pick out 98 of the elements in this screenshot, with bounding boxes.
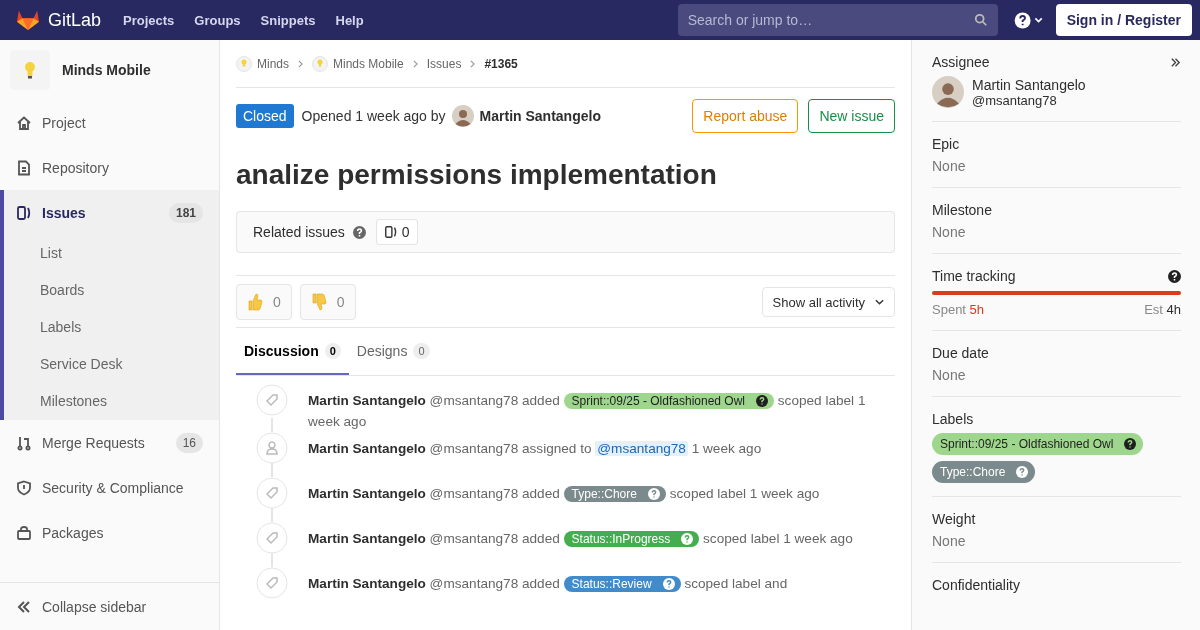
sidebar-subitem[interactable]: List: [4, 235, 219, 272]
avatar: [932, 76, 964, 108]
issue-title: analize permissions implementation: [236, 158, 718, 192]
issues-icon: [16, 204, 32, 221]
chevron-down-icon: [875, 299, 884, 305]
activity-text: Martin Santangelo @msantang78 added Type::Chore scoped label 1 week ago: [308, 485, 820, 504]
shield-icon: [16, 479, 32, 496]
nav-link[interactable]: Help: [335, 12, 364, 28]
merge-icon: [16, 434, 32, 451]
sign-in-button[interactable]: Sign in / Register: [1055, 4, 1192, 36]
thumbs-up-button[interactable]: 0: [236, 284, 292, 320]
activity-text: Martin Santangelo @msantang78 added Status::InProgress scoped label 1 week ago: [308, 530, 853, 549]
section-title: Confidentiality: [932, 577, 1021, 593]
package-icon: [16, 524, 32, 541]
sidebar-item[interactable]: Project: [0, 100, 219, 145]
collapse-sidebar-button[interactable]: Collapse sidebar: [0, 582, 219, 630]
help-icon: [662, 578, 675, 590]
scoped-label: Sprint::09/25 - Oldfashioned Owl: [563, 393, 774, 409]
tab[interactable]: Discussion 0: [236, 328, 349, 375]
estimate-text: Est 4h: [1144, 302, 1181, 317]
chevron-right-icon: [470, 59, 476, 68]
section-value: None: [932, 224, 967, 240]
scoped-label: Type::Chore: [563, 486, 666, 502]
help-icon: [681, 533, 694, 545]
search-icon: [973, 13, 988, 27]
opened-text: Opened 1 week ago by: [301, 107, 446, 124]
count-badge: 0: [413, 342, 430, 359]
count-badge: 0: [324, 342, 341, 359]
tag-icon: [256, 384, 288, 416]
help-icon: [1124, 438, 1137, 450]
help-icon: [647, 488, 660, 500]
fox-logo-icon[interactable]: [16, 9, 40, 31]
breadcrumb-link[interactable]: #1365: [484, 56, 518, 71]
sidebar-item[interactable]: Packages: [0, 510, 219, 555]
sidebar-subitem[interactable]: Service Desk: [4, 346, 219, 383]
brand-name[interactable]: GitLab: [48, 9, 102, 31]
section-title: Due date: [932, 345, 990, 361]
new-issue-button[interactable]: New issue: [808, 98, 895, 133]
activity-filter-dropdown[interactable]: Show all activity: [761, 287, 895, 317]
breadcrumb-link[interactable]: Minds Mobile: [333, 56, 404, 71]
scoped-label: Status::InProgress: [563, 531, 700, 547]
assignee-handle: @msantang78: [972, 92, 1057, 108]
section-value: None: [932, 533, 967, 549]
sidebar-subitem[interactable]: Milestones: [4, 383, 219, 420]
sidebar-item[interactable]: Repository: [0, 145, 219, 190]
chevron-right-icon: [412, 59, 418, 68]
section-title: Weight: [932, 511, 977, 527]
sidebar-item[interactable]: Issues 181: [4, 190, 219, 235]
activity-text: Martin Santangelo @msantang78 added Status::Review scoped label and: [308, 575, 788, 594]
section-title: Time tracking: [932, 268, 1016, 284]
author-link[interactable]: Martin Santangelo: [479, 107, 601, 124]
section-title: Epic: [932, 136, 961, 152]
scoped-label[interactable]: Sprint::09/25 - Oldfashioned Owl: [932, 433, 1144, 455]
avatar: [451, 104, 474, 127]
expand-sidebar-icon[interactable]: [1170, 56, 1181, 68]
count-badge: 16: [175, 432, 203, 453]
nav-link[interactable]: Snippets: [260, 12, 316, 28]
section-title: Assignee: [932, 54, 990, 70]
scoped-label[interactable]: Type::Chore: [932, 461, 1036, 483]
nav-link[interactable]: Projects: [123, 12, 175, 28]
project-name[interactable]: Minds Mobile: [62, 62, 151, 78]
section-value: None: [932, 367, 967, 383]
section-title: Milestone: [932, 202, 993, 218]
help-icon: [1016, 466, 1029, 478]
sidebar-item[interactable]: Merge Requests 16: [0, 420, 219, 465]
home-icon: [16, 114, 32, 131]
related-count-badge: 0: [375, 219, 418, 245]
activity-text: Martin Santangelo @msantang78 assigned to @msantang78 1 week ago: [308, 440, 762, 458]
user-mention-link[interactable]: @msantang78: [595, 441, 688, 456]
sidebar-subitem[interactable]: Boards: [4, 272, 219, 309]
spent-text: Spent 5h: [932, 302, 985, 317]
group-avatar: [312, 55, 328, 72]
search-field[interactable]: Search or jump to…: [677, 4, 998, 36]
scoped-label: Status::Review: [563, 576, 681, 592]
thumbs-down-icon: [310, 293, 327, 311]
related-issues-label: Related issues: [253, 224, 345, 240]
thumbs-down-button[interactable]: 0: [299, 284, 356, 320]
section-title: Labels: [932, 411, 975, 427]
nav-link[interactable]: Groups: [194, 12, 241, 28]
help-icon: [756, 395, 768, 407]
assignee-name[interactable]: Martin Santangelo: [972, 76, 1086, 93]
help-icon[interactable]: [1013, 11, 1044, 29]
breadcrumb-link[interactable]: Issues: [426, 56, 462, 71]
tab[interactable]: Designs 0: [348, 328, 438, 375]
group-avatar: [236, 55, 252, 72]
sidebar-subitem[interactable]: Labels: [4, 309, 219, 346]
section-value: None: [932, 158, 967, 174]
status-badge: Closed: [236, 103, 294, 128]
help-icon[interactable]: [1168, 269, 1181, 283]
sidebar-item[interactable]: Security & Compliance: [0, 465, 219, 510]
double-chevron-left-icon: [16, 598, 32, 615]
count-badge: 181: [168, 202, 203, 223]
breadcrumb-link[interactable]: Minds: [257, 56, 289, 71]
lightbulb-icon: [24, 61, 36, 79]
thumbs-up-icon: [247, 293, 263, 311]
activity-text: Martin Santangelo @msantang78 added Sprint::09/25 - Oldfashioned Owl scoped label 1 week ago: [308, 392, 867, 431]
doc-icon: [16, 159, 32, 176]
chevron-right-icon: [298, 59, 303, 68]
